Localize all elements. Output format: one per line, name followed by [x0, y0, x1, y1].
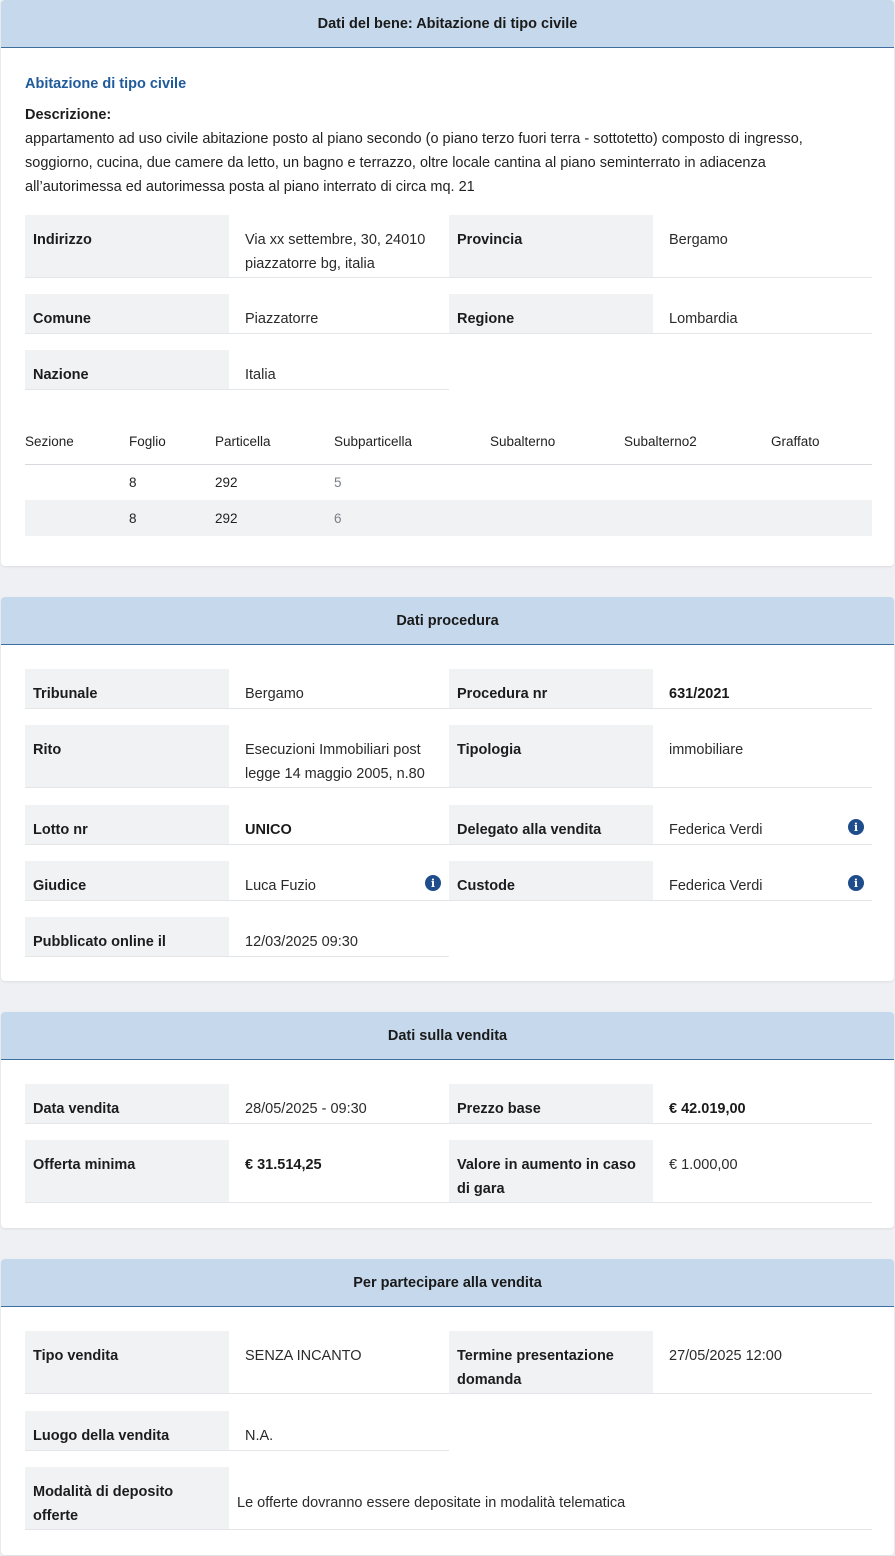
label-offerta-minima: Offerta minima	[25, 1140, 229, 1203]
cell-particella: 292	[215, 474, 238, 490]
value-data-vendita: 28/05/2025 - 09:30	[229, 1084, 449, 1124]
label-giudice: Giudice	[25, 861, 229, 901]
value-custode-wrap: Federica Verdi i	[653, 861, 872, 901]
card-header-dati-procedura: Dati procedura	[1, 597, 894, 645]
cell-subalterno	[490, 500, 624, 536]
value-delegato: Federica Verdi	[669, 822, 763, 838]
label-indirizzo: Indirizzo	[25, 215, 229, 278]
property-subtitle: Abitazione di tipo civile	[25, 76, 187, 92]
cell-graffato	[771, 500, 872, 536]
value-giudice: Luca Fuzio	[245, 878, 316, 894]
label-tipo-vendita: Tipo vendita	[25, 1331, 229, 1394]
label-procedura-nr: Procedura nr	[449, 669, 653, 709]
card-header-dati-vendita: Dati sulla vendita	[1, 1012, 894, 1060]
cell-subalterno2	[624, 500, 771, 536]
label-lotto: Lotto nr	[25, 805, 229, 845]
custode-info-icon[interactable]: i	[848, 875, 864, 891]
value-rito: Esecuzioni Immobiliari post legge 14 mag…	[229, 725, 449, 788]
value-termine: 27/05/2025 12:00	[653, 1331, 872, 1394]
cell-graffato	[771, 464, 872, 500]
label-valore-aumento: Valore in aumento in caso di gara	[449, 1140, 653, 1203]
value-giudice-wrap: Luca Fuzio i	[229, 861, 449, 901]
value-provincia: Bergamo	[653, 215, 872, 278]
label-tipologia: Tipologia	[449, 725, 653, 788]
value-valore-aumento: € 1.000,00	[653, 1140, 872, 1203]
cell-foglio: 8	[129, 474, 137, 490]
label-rito: Rito	[25, 725, 229, 788]
label-tribunale: Tribunale	[25, 669, 229, 709]
cell-foglio: 8	[129, 500, 215, 536]
label-termine: Termine presentazione domanda	[449, 1331, 653, 1394]
card-dati-procedura: Dati procedura Tribunale Bergamo Procedu…	[1, 597, 894, 981]
value-tipologia: immobiliare	[653, 725, 872, 788]
label-data-vendita: Data vendita	[25, 1084, 229, 1124]
value-comune: Piazzatorre	[229, 294, 449, 334]
description-text: appartamento ad uso civile abitazione po…	[25, 131, 803, 195]
value-prezzo-base: € 42.019,00	[653, 1084, 872, 1124]
label-modalita: Modalità di deposito offerte	[25, 1467, 229, 1530]
label-regione: Regione	[449, 294, 653, 334]
value-delegato-wrap: Federica Verdi i	[653, 805, 872, 845]
label-prezzo-base: Prezzo base	[449, 1084, 653, 1124]
value-modalita: Le offerte dovranno essere depositate in…	[229, 1467, 872, 1530]
cell-subalterno	[490, 464, 624, 500]
col-subalterno2: Subalterno2	[624, 420, 771, 465]
card-dati-bene: Dati del bene: Abitazione di tipo civile…	[1, 0, 894, 566]
label-luogo: Luogo della vendita	[25, 1411, 229, 1451]
card-dati-vendita: Dati sulla vendita Data vendita 28/05/20…	[1, 1012, 894, 1228]
card-header-partecipare: Per partecipare alla vendita	[1, 1259, 894, 1307]
value-regione: Lombardia	[653, 294, 872, 334]
value-tribunale: Bergamo	[229, 669, 449, 709]
cell-subalterno2	[624, 464, 771, 500]
col-foglio: Foglio	[129, 420, 215, 465]
cell-sezione	[25, 500, 129, 536]
label-comune: Comune	[25, 294, 229, 334]
value-lotto: UNICO	[229, 805, 449, 845]
table-row: 8 292 5	[25, 464, 872, 500]
delegato-info-icon[interactable]: i	[848, 819, 864, 835]
cell-subparticella: 6	[334, 500, 490, 536]
col-particella: Particella	[215, 420, 334, 465]
cell-particella: 292	[215, 500, 334, 536]
label-nazione: Nazione	[25, 350, 229, 390]
value-indirizzo: Via xx settembre, 30, 24010 piazzatorre …	[229, 215, 449, 278]
cell-subparticella: 5	[334, 474, 342, 490]
col-sezione: Sezione	[25, 420, 129, 465]
value-procedura-nr: 631/2021	[653, 669, 872, 709]
col-subalterno: Subalterno	[490, 420, 624, 465]
table-row: 8 292 6	[25, 500, 872, 536]
table-header-row: Sezione Foglio Particella Subparticella …	[25, 420, 872, 465]
value-nazione: Italia	[229, 350, 449, 390]
value-luogo: N.A.	[229, 1411, 449, 1451]
label-pubblicato: Pubblicato online il	[25, 917, 229, 957]
value-tipo-vendita: SENZA INCANTO	[229, 1331, 449, 1394]
value-pubblicato: 12/03/2025 09:30	[229, 917, 449, 957]
col-graffato: Graffato	[771, 420, 872, 465]
giudice-info-icon[interactable]: i	[425, 875, 441, 891]
label-provincia: Provincia	[449, 215, 653, 278]
label-custode: Custode	[449, 861, 653, 901]
description-label: Descrizione:	[25, 107, 112, 123]
value-custode: Federica Verdi	[669, 878, 763, 894]
card-partecipare: Per partecipare alla vendita Tipo vendit…	[1, 1259, 894, 1555]
label-delegato: Delegato alla vendita	[449, 805, 653, 845]
col-subparticella: Subparticella	[334, 420, 490, 465]
cell-sezione	[25, 464, 129, 500]
card-header-dati-bene: Dati del bene: Abitazione di tipo civile	[1, 0, 894, 48]
value-offerta-minima: € 31.514,25	[229, 1140, 449, 1203]
cadastre-table: Sezione Foglio Particella Subparticella …	[25, 420, 872, 536]
